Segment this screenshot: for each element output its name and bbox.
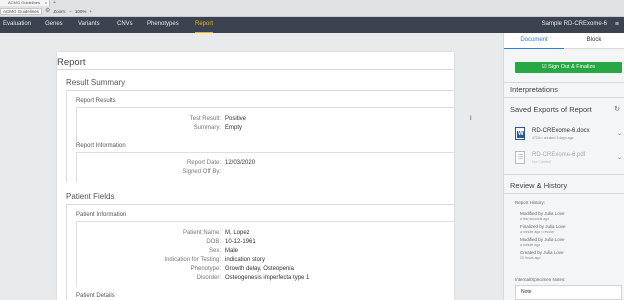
- history-entry-action: Modified by Julia Love: [520, 211, 565, 216]
- history-entry-time[interactable]: a minute ago • revoke: [520, 230, 554, 234]
- report-results-heading: Report Results: [76, 98, 116, 104]
- hamburger-menu-icon[interactable]: ≡: [615, 17, 619, 32]
- sign-out-finalize-button[interactable]: ☑ Sign Out & Finalize: [515, 62, 622, 73]
- report-area: Report Result Summary Report Results Tes…: [0, 33, 500, 300]
- side-panel: Document Block ☑ Sign Out & Finalize Int…: [503, 33, 624, 300]
- app-navbar: Evaluation Genes Variants CNVs Phenotype…: [0, 17, 624, 33]
- browser-chrome: ACMG Guidelines × + ACMG Guidelines ⚙ Zo…: [0, 0, 624, 17]
- report-history-label: Report History:: [515, 200, 546, 205]
- history-entry-time: a few seconds ago: [520, 217, 550, 221]
- divider: [504, 82, 624, 83]
- saved-exports-heading: Saved Exports of Report: [510, 105, 592, 114]
- result-summary-heading: Result Summary: [66, 78, 126, 87]
- divider: [76, 221, 454, 222]
- chevron-down-icon[interactable]: ⌄: [617, 130, 622, 137]
- settings-icon[interactable]: ⚙: [45, 6, 50, 16]
- section-border: [66, 90, 67, 182]
- patient-information-heading: Patient Information: [76, 212, 127, 218]
- divider: [76, 152, 454, 153]
- divider: [504, 174, 624, 175]
- history-entry-action: Finalized by Julia Love: [520, 224, 566, 229]
- refresh-icon[interactable]: ↻: [614, 105, 620, 113]
- browser-tab-title: ACMG Guidelines: [8, 0, 41, 5]
- text-cursor-icon: I: [470, 116, 472, 122]
- divider: [66, 204, 454, 205]
- export-file-pdf[interactable]: ☰ RD-CRExome-6.pdf Not Created ⌄: [515, 151, 624, 169]
- nav-phenotypes[interactable]: Phenotypes: [147, 17, 179, 33]
- subsection-border: [76, 221, 77, 287]
- nav-report[interactable]: Report: [195, 17, 214, 33]
- export-file-docx[interactable]: W RD-CRExome-6.docx 47Gb • created 3 day…: [515, 127, 624, 145]
- file-name[interactable]: RD-CRExome-6.docx: [532, 128, 590, 134]
- file-meta: 47Gb • created 3 days ago: [532, 136, 574, 140]
- nav-genes[interactable]: Genes: [45, 17, 63, 33]
- bookmark-acmg[interactable]: ACMG Guidelines: [0, 7, 43, 15]
- nav-evaluation[interactable]: Evaluation: [3, 17, 31, 33]
- notes-textarea[interactable]: Note: [515, 285, 622, 300]
- notes-label: Internal/Specimen Notes:: [515, 277, 566, 282]
- interpretations-heading[interactable]: Interpretations: [510, 85, 558, 94]
- history-entry-time: a minute ago: [520, 243, 541, 247]
- subsection-border: [76, 152, 77, 182]
- zoom-in-button[interactable]: +: [89, 9, 92, 14]
- history-entry-action: Modified by Julia Love: [520, 237, 565, 242]
- divider: [504, 193, 624, 194]
- review-history-heading: Review & History: [510, 181, 568, 190]
- history-entry-time: 20 hours ago: [520, 256, 541, 260]
- browser-toolbar: ACMG Guidelines ⚙ Zoom: − 100% +: [0, 6, 92, 16]
- nav-variants[interactable]: Variants: [78, 17, 100, 33]
- report-title: Report: [57, 57, 86, 68]
- sample-name: Sample RD-CRExome-6: [541, 21, 607, 27]
- zoom-label: Zoom:: [53, 8, 67, 14]
- report-paper: Report Result Summary Report Results Tes…: [57, 52, 454, 300]
- divider: [66, 90, 454, 91]
- file-name[interactable]: RD-CRExome-6.pdf: [532, 152, 585, 158]
- tab-block[interactable]: Block: [564, 33, 624, 49]
- divider: [57, 69, 454, 70]
- report-information-heading: Report Information: [76, 143, 126, 149]
- file-meta: Not Created: [532, 160, 551, 164]
- divider: [504, 97, 624, 98]
- zoom-value: 100%: [74, 8, 87, 14]
- zoom-out-button[interactable]: −: [69, 9, 72, 14]
- pdf-document-icon: ☰: [515, 151, 525, 164]
- nav-cnvs[interactable]: CNVs: [117, 17, 133, 33]
- chevron-down-icon[interactable]: ⌄: [617, 154, 622, 161]
- section-border: [66, 204, 67, 300]
- history-entry-action: Created by Julia Love: [520, 250, 564, 255]
- divider: [76, 107, 454, 108]
- patient-fields-heading: Patient Fields: [66, 192, 115, 201]
- subsection-border: [76, 107, 77, 142]
- word-document-icon: W: [515, 127, 525, 140]
- side-tabs: Document Block: [504, 33, 624, 49]
- tab-document[interactable]: Document: [504, 33, 564, 49]
- patient-details-heading: Patient Details: [76, 293, 115, 299]
